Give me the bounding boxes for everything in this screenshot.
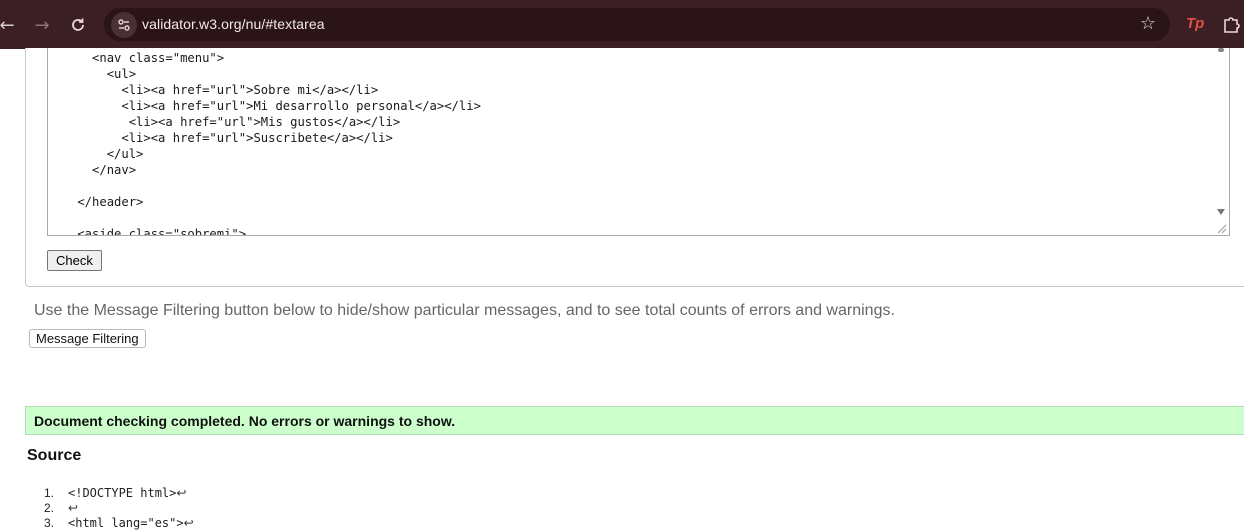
filtering-info-text: Use the Message Filtering button below t…: [34, 302, 895, 319]
source-textarea[interactable]: <nav class="menu"> <ul> <li><a href="url…: [47, 48, 1230, 236]
textarea-scrollbar[interactable]: [1214, 48, 1228, 219]
source-line-text: <html lang="es">↩: [68, 516, 194, 530]
textarea-code-line: [48, 210, 481, 226]
textarea-code-line: <li><a href="url">Mis gustos</a></li>: [48, 115, 401, 129]
textarea-code: <nav class="menu"> <ul> <li><a href="url…: [48, 50, 481, 236]
message-filtering-button[interactable]: Message Filtering: [29, 329, 146, 348]
reload-icon[interactable]: [65, 12, 91, 38]
return-icon: ↩: [68, 501, 79, 515]
success-message-text: Document checking completed. No errors o…: [34, 413, 456, 429]
check-button[interactable]: Check: [47, 250, 102, 271]
source-line-number: 1.: [44, 486, 55, 500]
textarea-code-line: </nav>: [48, 163, 137, 177]
resize-grip-icon[interactable]: [1214, 221, 1228, 235]
textarea-code-line: <li><a href="url">Mi desarrollo personal…: [48, 99, 481, 113]
textarea-code-line: <li><a href="url">Sobre mi</a></li>: [48, 83, 379, 97]
textarea-code-line: </header>: [48, 195, 144, 209]
source-line-text: ↩: [68, 501, 78, 515]
success-message-banner: Document checking completed. No errors o…: [25, 406, 1244, 435]
textarea-code-line: <ul>: [48, 67, 137, 81]
address-bar[interactable]: validator.w3.org/nu/#textarea ☆: [104, 8, 1170, 41]
source-line-number: 2.: [44, 501, 55, 515]
source-heading: Source: [27, 447, 82, 464]
browser-toolbar: ← → validator.w3.org/nu/#textarea ☆ Tp: [0, 0, 1244, 49]
textarea-code-line: <li><a href="url">Suscribete</a></li>: [48, 131, 393, 145]
textarea-code-line: </ul>: [48, 147, 144, 161]
textarea-code-line: <aside class="sobremi">: [48, 227, 247, 236]
source-line-text: <!DOCTYPE html>↩: [68, 486, 187, 500]
back-icon[interactable]: ←: [0, 12, 20, 38]
site-info-icon[interactable]: [111, 12, 137, 38]
bookmark-star-icon[interactable]: ☆: [1140, 13, 1156, 34]
source-line-number: 3.: [44, 516, 55, 530]
extension-tp-icon[interactable]: Tp: [1186, 15, 1204, 32]
textarea-code-line: <nav class="menu">: [48, 51, 225, 65]
extensions-puzzle-icon[interactable]: [1222, 14, 1242, 39]
return-icon: ↩: [176, 486, 187, 500]
textarea-code-line: [48, 178, 481, 194]
forward-icon[interactable]: →: [29, 12, 55, 38]
return-icon: ↩: [183, 516, 194, 530]
url-text[interactable]: validator.w3.org/nu/#textarea: [142, 16, 325, 32]
